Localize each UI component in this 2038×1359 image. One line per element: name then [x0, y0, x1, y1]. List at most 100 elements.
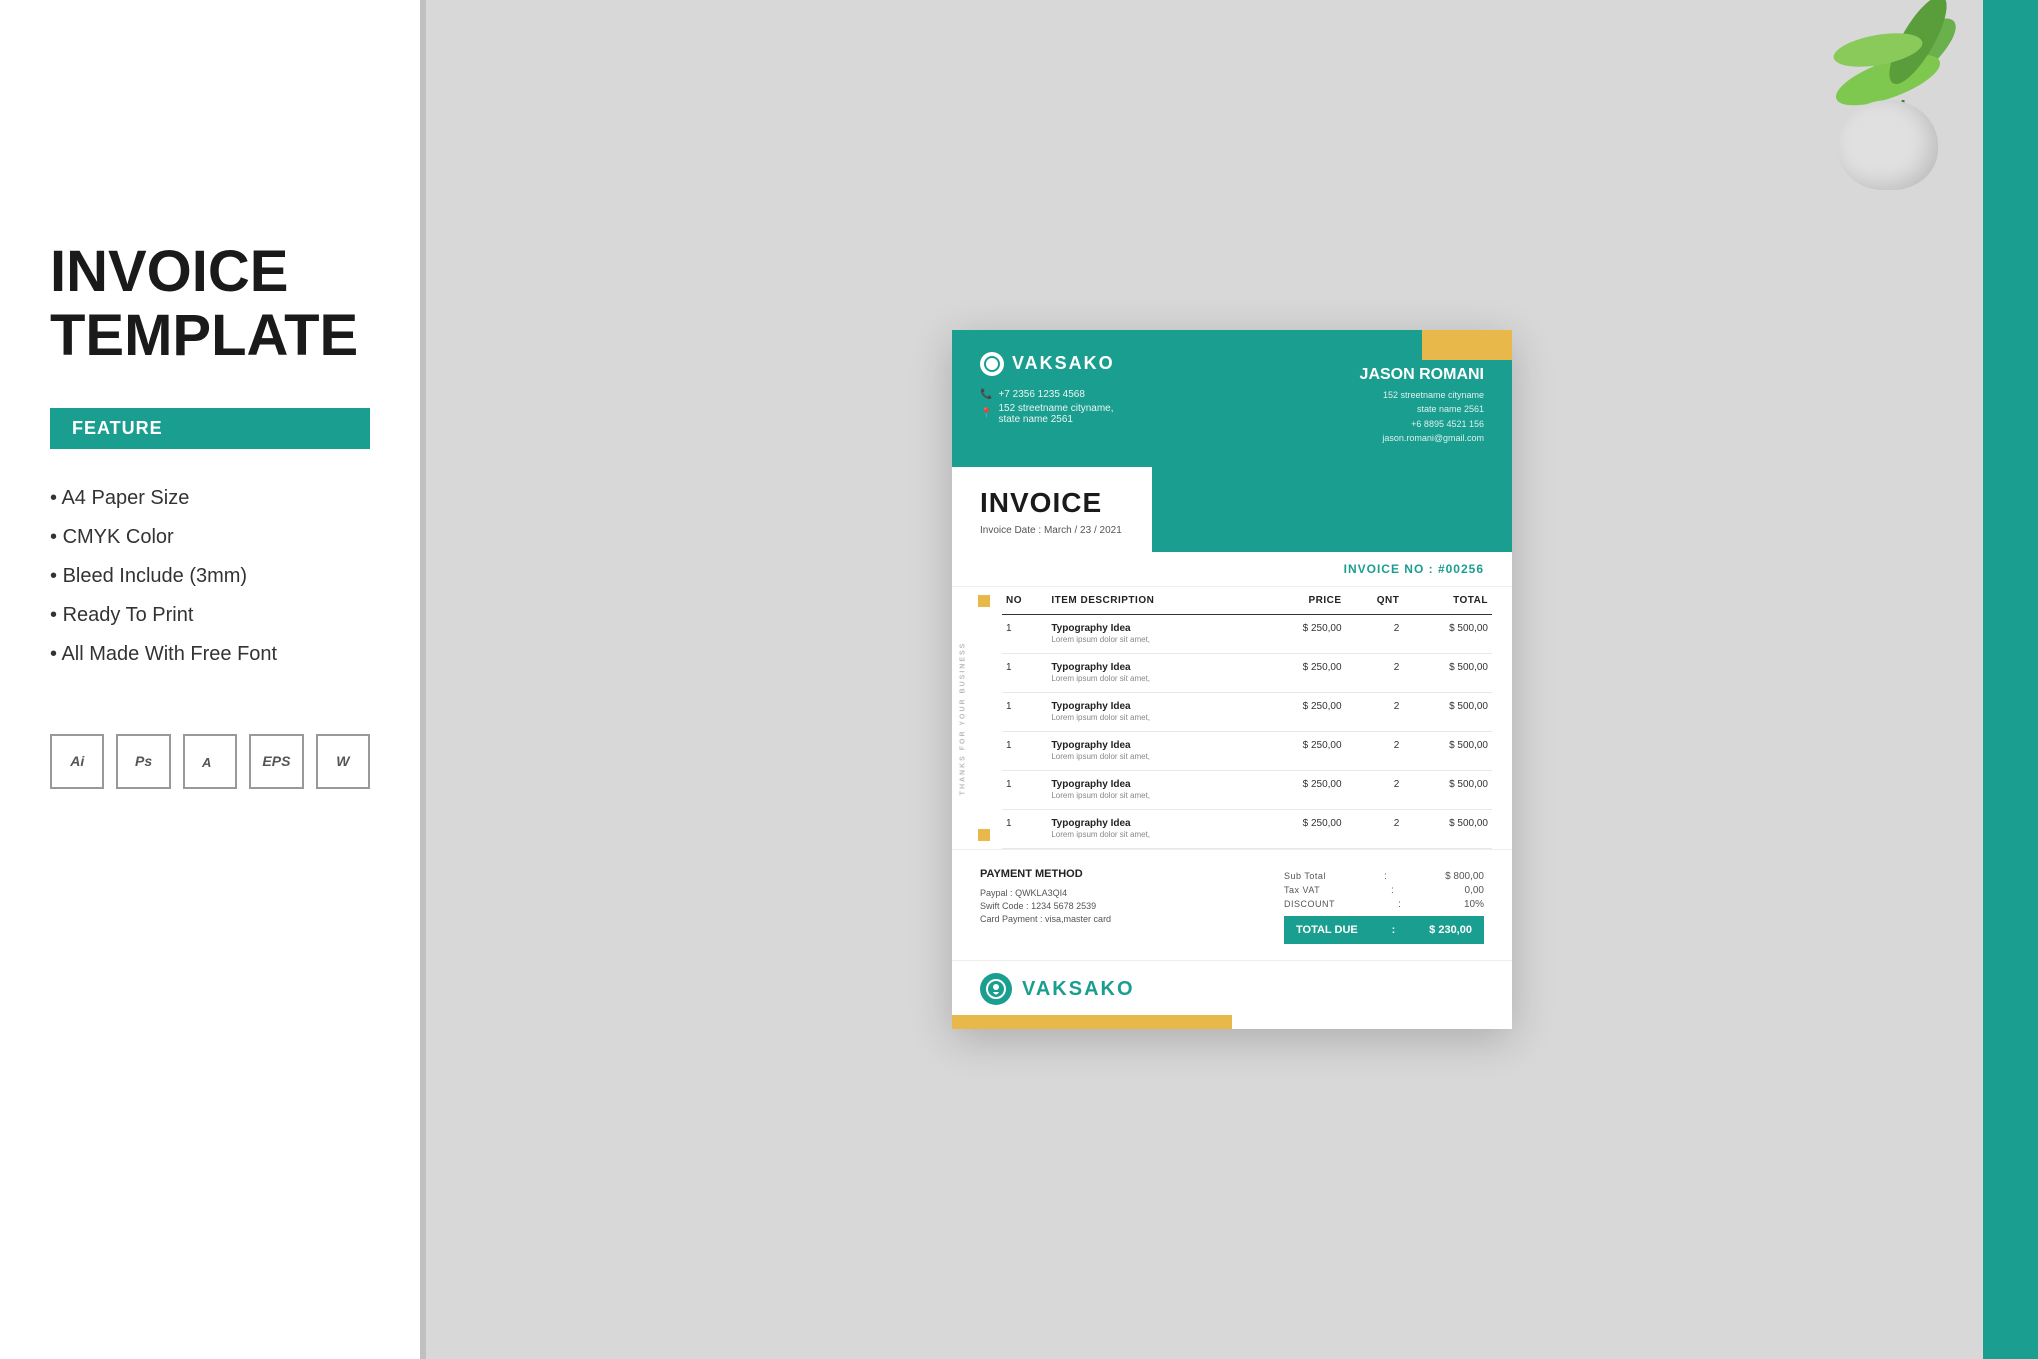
feature-item-3: Bleed Include (3mm) [50, 557, 370, 596]
subtotal-value: $ 800,00 [1445, 871, 1484, 882]
yellow-square-bottom [978, 829, 990, 841]
cell-description: Typography Idea Lorem ipsum dolor sit am… [1047, 693, 1257, 732]
invoice-title-section: INVOICE Invoice Date : March / 23 / 2021 [952, 467, 1512, 552]
feature-item-1: A4 Paper Size [50, 479, 370, 518]
invoice-number-row: INVOICE NO : #00256 [952, 552, 1512, 587]
teal-edge-accent [1983, 0, 2038, 1359]
cell-price: $ 250,00 [1257, 810, 1346, 849]
cell-total: $ 500,00 [1403, 771, 1492, 810]
paypal-value: QWKLA3QI4 [1015, 888, 1067, 898]
item-name: Typography Idea [1051, 623, 1253, 634]
table-row: 1 Typography Idea Lorem ipsum dolor sit … [1002, 693, 1492, 732]
client-name: JASON ROMANI [1360, 366, 1484, 384]
col-price: PRICE [1257, 587, 1346, 615]
cell-description: Typography Idea Lorem ipsum dolor sit am… [1047, 771, 1257, 810]
swift-detail: Swift Code : 1234 5678 2539 [980, 901, 1111, 911]
phone-row: 📞 +7 2356 1235 4568 [980, 389, 1115, 400]
cell-total: $ 500,00 [1403, 693, 1492, 732]
sideways-text: THANKS FOR YOUR BUSINESS [960, 641, 967, 795]
invoice-table-section: THANKS FOR YOUR BUSINESS NO ITEM DESCRIP… [952, 587, 1512, 849]
item-name: Typography Idea [1051, 701, 1253, 712]
swift-label: Swift Code [980, 901, 1024, 911]
cell-qnt: 2 [1346, 810, 1404, 849]
left-squares [974, 587, 994, 849]
table-row: 1 Typography Idea Lorem ipsum dolor sit … [1002, 615, 1492, 654]
table-row: 1 Typography Idea Lorem ipsum dolor sit … [1002, 732, 1492, 771]
eps-icon: EPS [249, 734, 303, 789]
payment-method-title: PAYMENT METHOD [980, 868, 1111, 880]
plant-decoration [1758, 0, 1978, 205]
subtotal-label: Sub Total [1284, 871, 1326, 882]
card-detail: Card Payment : visa,master card [980, 914, 1111, 924]
cell-total: $ 500,00 [1403, 615, 1492, 654]
discount-label: DISCOUNT [1284, 899, 1335, 910]
cell-no: 1 [1002, 810, 1047, 849]
cell-no: 1 [1002, 693, 1047, 732]
col-qnt: QNT [1346, 587, 1404, 615]
tax-row: Tax VAT : 0,00 [1284, 885, 1484, 896]
subtotal-row: Sub Total : $ 800,00 [1284, 871, 1484, 882]
item-name: Typography Idea [1051, 779, 1253, 790]
paypal-label: Paypal [980, 888, 1008, 898]
payment-section: PAYMENT METHOD Paypal : QWKLA3QI4 Swift … [952, 849, 1512, 960]
acrobat-icon: A [183, 734, 237, 789]
cell-qnt: 2 [1346, 732, 1404, 771]
col-total: TOTAL [1403, 587, 1492, 615]
yellow-top-accent [1422, 330, 1512, 360]
left-panel: INVOICETEMPLATE FEATURE A4 Paper Size CM… [0, 0, 420, 1359]
card-label: Card Payment : [980, 914, 1043, 924]
invoice-document: VAKSAKO 📞 +7 2356 1235 4568 📍 152 street… [952, 330, 1512, 1030]
total-colon: : [1392, 924, 1396, 936]
item-desc: Lorem ipsum dolor sit amet, [1051, 791, 1150, 800]
invoice-title-text: INVOICE [980, 487, 1124, 519]
cell-price: $ 250,00 [1257, 693, 1346, 732]
total-label: TOTAL DUE [1296, 924, 1358, 936]
bottom-yellow-accent [952, 1015, 1232, 1029]
item-desc: Lorem ipsum dolor sit amet, [1051, 752, 1150, 761]
cell-description: Typography Idea Lorem ipsum dolor sit am… [1047, 615, 1257, 654]
phone-icon: 📞 [980, 389, 992, 400]
cell-qnt: 2 [1346, 693, 1404, 732]
cell-qnt: 2 [1346, 615, 1404, 654]
cell-no: 1 [1002, 615, 1047, 654]
cell-description: Typography Idea Lorem ipsum dolor sit am… [1047, 810, 1257, 849]
subtotal-colon: : [1384, 871, 1387, 882]
features-list: A4 Paper Size CMYK Color Bleed Include (… [50, 479, 370, 674]
sideways-text-col: THANKS FOR YOUR BUSINESS [952, 587, 974, 849]
brand-name-row: VAKSAKO [980, 352, 1115, 376]
cell-price: $ 250,00 [1257, 654, 1346, 693]
card-value: visa,master card [1045, 914, 1111, 924]
paypal-detail: Paypal : QWKLA3QI4 [980, 888, 1111, 898]
ai-icon: Ai [50, 734, 104, 789]
discount-value: 10% [1464, 899, 1484, 910]
discount-colon: : [1398, 899, 1401, 910]
table-row: 1 Typography Idea Lorem ipsum dolor sit … [1002, 810, 1492, 849]
feature-item-5: All Made With Free Font [50, 635, 370, 674]
cell-no: 1 [1002, 771, 1047, 810]
table-row: 1 Typography Idea Lorem ipsum dolor sit … [1002, 654, 1492, 693]
feature-item-4: Ready To Print [50, 596, 370, 635]
feature-badge: FEATURE [50, 408, 370, 449]
brand-section: VAKSAKO 📞 +7 2356 1235 4568 📍 152 street… [980, 352, 1115, 428]
address-row: 📍 152 streetname cityname,state name 256… [980, 403, 1115, 425]
page-title: INVOICETEMPLATE [50, 240, 370, 368]
cell-price: $ 250,00 [1257, 732, 1346, 771]
brand-name-text: VAKSAKO [1012, 353, 1115, 374]
cell-price: $ 250,00 [1257, 771, 1346, 810]
payment-row: PAYMENT METHOD Paypal : QWKLA3QI4 Swift … [980, 868, 1484, 944]
cell-description: Typography Idea Lorem ipsum dolor sit am… [1047, 732, 1257, 771]
cell-total: $ 500,00 [1403, 654, 1492, 693]
yellow-square-top [978, 595, 990, 607]
invoice-date: Invoice Date : March / 23 / 2021 [980, 525, 1124, 536]
client-details: 152 streetname cityname state name 2561 … [1360, 388, 1484, 446]
item-name: Typography Idea [1051, 818, 1253, 829]
footer-brand-name: VAKSAKO [1022, 978, 1135, 1001]
tax-value: 0,00 [1465, 885, 1484, 896]
table-row: 1 Typography Idea Lorem ipsum dolor sit … [1002, 771, 1492, 810]
invoice-title-box: INVOICE Invoice Date : March / 23 / 2021 [952, 467, 1152, 552]
cell-no: 1 [1002, 654, 1047, 693]
word-icon: W [316, 734, 370, 789]
software-icons: Ai Ps A EPS W [50, 734, 370, 789]
items-table: NO ITEM DESCRIPTION PRICE QNT TOTAL 1 Ty… [1002, 587, 1492, 849]
total-value: $ 230,00 [1429, 924, 1472, 936]
